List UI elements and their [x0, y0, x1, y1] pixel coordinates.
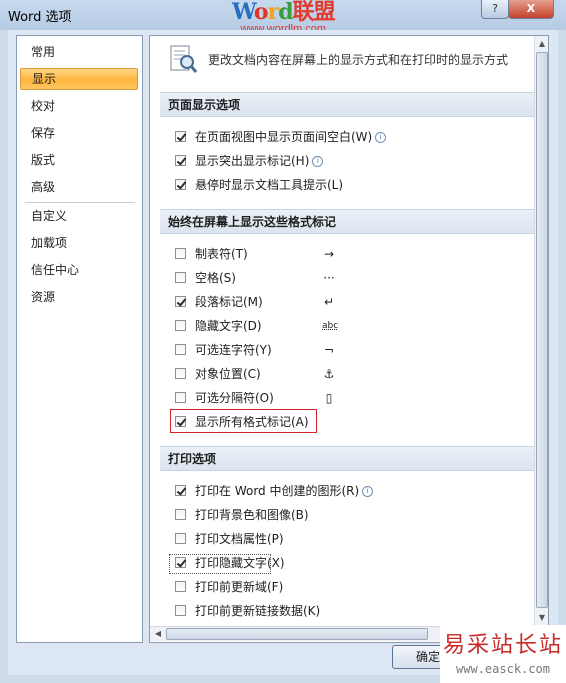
checkbox[interactable]	[175, 509, 186, 520]
option-label: 打印隐藏文字(X)	[195, 556, 285, 570]
nav-item-customize[interactable]: 自定义	[20, 205, 138, 227]
option-label: 打印在 Word 中创建的图形(R) i	[195, 482, 374, 500]
nav-item-layout[interactable]: 版式	[20, 149, 138, 171]
checkbox[interactable]	[175, 320, 186, 331]
option-label: 打印前更新链接数据(K)	[195, 604, 321, 618]
option-label: 打印前更新域(F)	[195, 580, 284, 594]
checkbox[interactable]	[175, 605, 186, 616]
option-label: 制表符(T)	[195, 247, 248, 261]
nav-item-advanced[interactable]: 高级	[20, 176, 138, 198]
option-label: 空格(S)	[195, 271, 236, 285]
checkbox[interactable]	[175, 131, 186, 142]
option-label: 悬停时显示文档工具提示(L)	[195, 178, 344, 192]
options-nav: 常用 显示 校对 保存 版式 高级 自定义 加载项 信任中心 资源	[16, 35, 143, 643]
section-format-marks-header: 始终在屏幕上显示这些格式标记	[160, 209, 536, 234]
checkbox[interactable]	[175, 344, 186, 355]
vertical-scroll-thumb[interactable]	[536, 52, 548, 608]
nav-item-general[interactable]: 常用	[20, 41, 138, 63]
checkbox[interactable]	[175, 416, 186, 427]
watermark-url-bottom: www.easck.com	[456, 662, 550, 676]
tab-arrow-icon: →	[323, 247, 335, 261]
option-label: 显示突出显示标记(H) i	[195, 152, 324, 170]
nav-item-resources[interactable]: 资源	[20, 286, 138, 308]
option-label: 对象位置(C)	[195, 367, 261, 381]
info-icon: i	[312, 156, 324, 167]
checkbox[interactable]	[175, 533, 186, 544]
checkbox[interactable]	[175, 296, 186, 307]
scroll-up-icon[interactable]: ▲	[535, 37, 548, 51]
nav-item-save[interactable]: 保存	[20, 122, 138, 144]
optional-break-icon: ▯	[325, 391, 333, 405]
checkbox[interactable]	[175, 581, 186, 592]
nav-item-proofing[interactable]: 校对	[20, 95, 138, 117]
checkbox[interactable]	[175, 272, 186, 283]
scroll-left-icon[interactable]: ◀	[151, 627, 165, 641]
option-label: 可选分隔符(O)	[195, 391, 274, 405]
close-button[interactable]: X	[508, 0, 554, 19]
nav-item-addins[interactable]: 加载项	[20, 232, 138, 254]
checkbox[interactable]	[175, 392, 186, 403]
nav-item-trust-center[interactable]: 信任中心	[20, 259, 138, 281]
info-icon: i	[375, 132, 387, 143]
nav-item-display[interactable]: 显示	[20, 68, 138, 90]
paragraph-mark-icon: ↵	[323, 295, 335, 309]
checkbox[interactable]	[175, 485, 186, 496]
checkbox[interactable]	[175, 557, 186, 568]
option-label: 在页面视图中显示页面间空白(W) i	[195, 128, 387, 146]
horizontal-scroll-thumb[interactable]	[166, 628, 428, 640]
option-label: 可选连字符(Y)	[195, 343, 272, 357]
checkbox[interactable]	[175, 368, 186, 379]
option-label: 打印背景色和图像(B)	[195, 508, 309, 522]
space-dots-icon: ···	[323, 271, 335, 285]
checkbox[interactable]	[175, 248, 186, 259]
scroll-down-icon[interactable]: ▼	[535, 611, 548, 625]
document-magnifier-icon	[170, 45, 198, 73]
window-title: Word 选项	[8, 10, 72, 25]
help-button[interactable]: ?	[481, 0, 509, 19]
vertical-scrollbar[interactable]: ▲ ▼	[534, 36, 548, 626]
hyphen-icon: ¬	[323, 343, 335, 357]
info-icon: i	[362, 486, 374, 497]
section-page-display-header: 页面显示选项	[160, 92, 536, 117]
anchor-icon: ⚓	[323, 367, 335, 381]
options-content-panel: 更改文档内容在屏幕上的显示方式和在打印时的显示方式 页面显示选项 在页面视图中显…	[149, 35, 549, 643]
checkbox[interactable]	[175, 179, 186, 190]
intro-text: 更改文档内容在屏幕上的显示方式和在打印时的显示方式	[208, 53, 509, 67]
nav-divider	[25, 202, 135, 203]
hidden-text-icon: abc	[322, 321, 339, 331]
option-label: 显示所有格式标记(A)	[195, 415, 309, 429]
section-print-header: 打印选项	[160, 446, 536, 471]
option-label: 段落标记(M)	[195, 295, 263, 309]
option-label: 隐藏文字(D)	[195, 319, 262, 333]
watermark-title-bottom: 易采站长站	[442, 633, 563, 658]
title-bar: Word 选项 Word联盟 www.wordlm.com ? X	[0, 0, 566, 35]
option-label: 打印文档属性(P)	[195, 532, 284, 546]
watermark-logo-bottom: 易采站长站 www.easck.com	[440, 625, 566, 683]
checkbox[interactable]	[175, 155, 186, 166]
